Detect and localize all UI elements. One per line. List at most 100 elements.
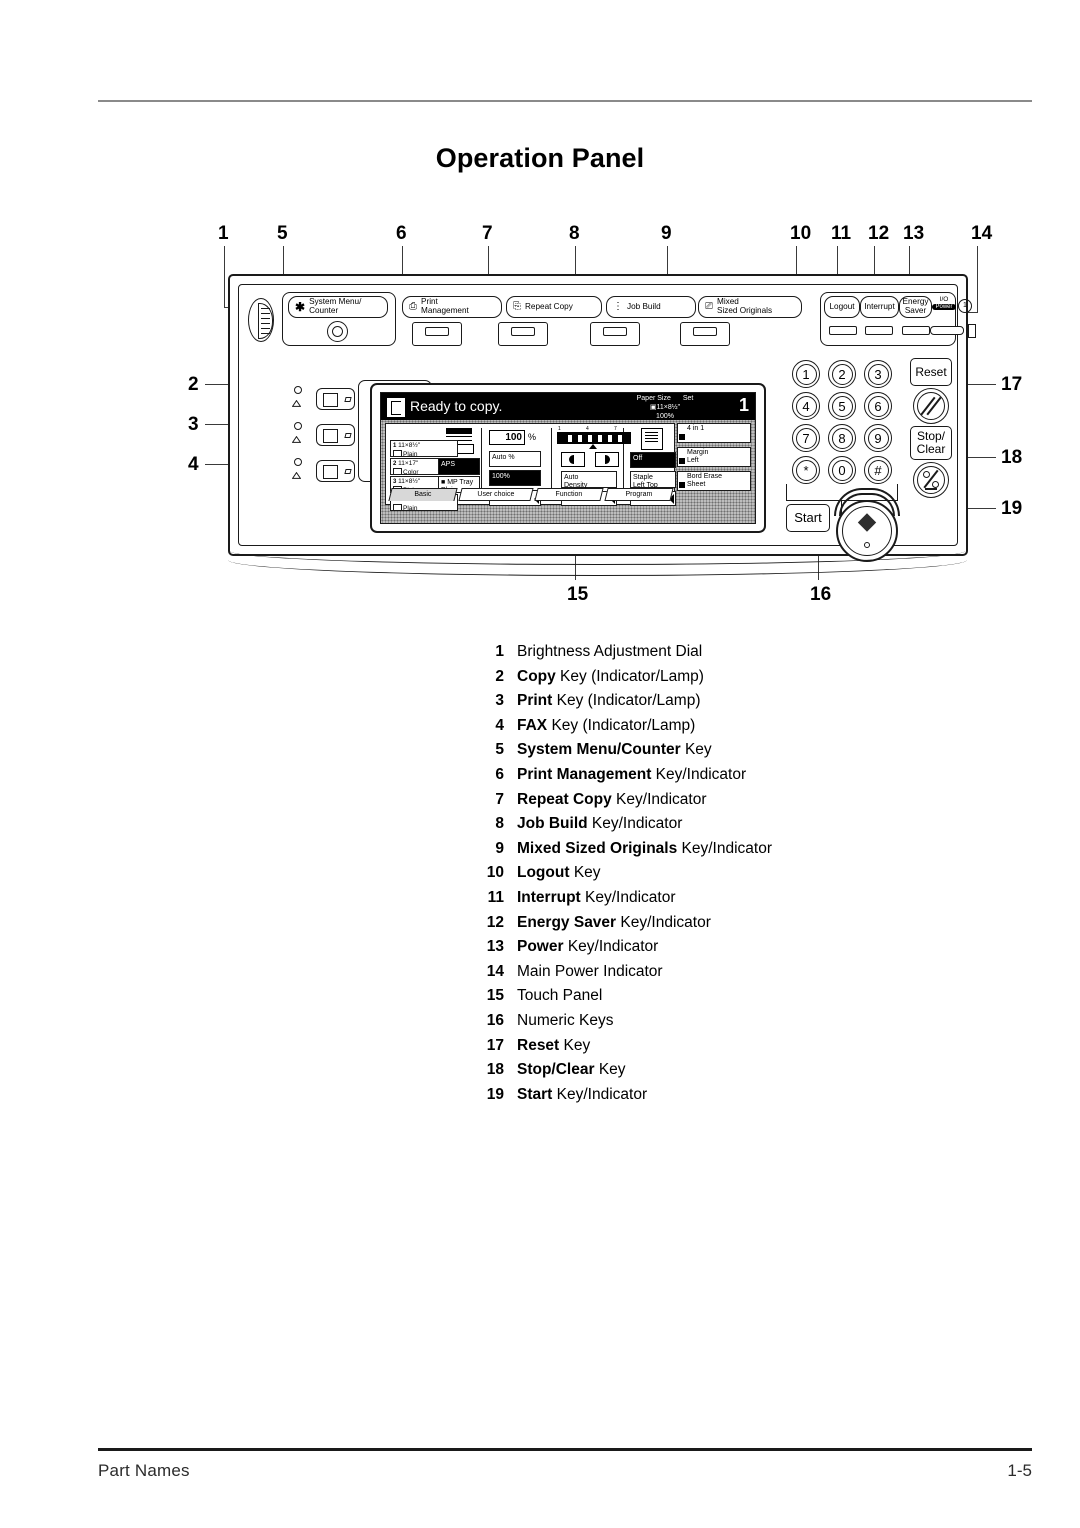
print-management-button[interactable] — [412, 322, 462, 346]
callout-4: 4 — [188, 454, 199, 475]
option-margin[interactable]: Margin Left — [677, 447, 751, 467]
reset-round-key[interactable] — [913, 388, 949, 424]
reset-key[interactable]: Reset — [910, 358, 952, 386]
paper-size-value: 11×8½" — [656, 403, 681, 411]
numeric-key-4[interactable]: 4 — [792, 392, 820, 420]
fax-indicator-lamp — [294, 458, 302, 466]
aps-button[interactable]: APS — [438, 458, 480, 475]
touch-panel-body: 1 11×8½" Plain 2 11×17" Color 3 11×8½" P… — [381, 420, 755, 523]
callout-1: 1 — [218, 223, 229, 244]
start-label-key[interactable]: Start — [786, 504, 830, 532]
stop-clear-round-key[interactable] — [913, 462, 949, 498]
callout-17: 17 — [1001, 374, 1023, 395]
fax-mode-key[interactable] — [316, 460, 355, 482]
touch-panel-content: 1 11×8½" Plain 2 11×17" Color 3 11×8½" P… — [385, 423, 676, 512]
fax-indicator-triangle — [292, 472, 301, 479]
logout-key[interactable]: Logout — [824, 296, 860, 318]
stop-clear-key[interactable]: Stop/ Clear — [910, 426, 952, 460]
job-build-button[interactable] — [590, 322, 640, 346]
numeric-key-hash[interactable]: # — [864, 456, 892, 484]
density-pointer — [589, 444, 597, 449]
brightness-adjustment-dial[interactable] — [248, 298, 274, 342]
numeric-key-9[interactable]: 9 — [864, 424, 892, 452]
power-label: Power — [932, 304, 956, 310]
copy-indicator-lamp — [294, 386, 302, 394]
copy-mode-icon — [323, 392, 338, 407]
legend-item-2: 2 Copy Key (Indicator/Lamp) — [495, 667, 704, 685]
header-rule — [98, 100, 1032, 102]
numeric-key-3[interactable]: 3 — [864, 360, 892, 388]
numeric-key-asterisk[interactable]: * — [792, 456, 820, 484]
energy-saver-indicator — [902, 326, 930, 335]
repeat-copy-button[interactable] — [498, 322, 548, 346]
tray-3-size: 11×8½" — [398, 478, 421, 485]
asterisk-icon: ✱ — [295, 300, 306, 314]
main-power-lamp — [968, 324, 976, 338]
tab-program[interactable]: Program — [604, 488, 674, 501]
repeat-copy-key[interactable]: ⎘ Repeat Copy — [506, 296, 602, 318]
density-darker-button[interactable] — [595, 452, 619, 467]
status-message: Ready to copy. — [410, 398, 503, 414]
numeric-key-7[interactable]: 7 — [792, 424, 820, 452]
callout-6: 6 — [396, 223, 407, 244]
energy-saver-key[interactable]: Energy Saver — [899, 296, 932, 318]
finishing-off-button[interactable]: Off — [630, 452, 676, 468]
legend-item-16: 16 Numeric Keys — [486, 1011, 614, 1029]
main-power-indicator: 1 — [958, 299, 972, 313]
callout-11: 11 — [831, 223, 852, 244]
mixed-sized-originals-key[interactable]: ⎚ Mixed Sized Originals — [698, 296, 802, 318]
numeric-key-8[interactable]: 8 — [828, 424, 856, 452]
copy-indicator-triangle — [292, 400, 301, 407]
tab-user-choice[interactable]: User choice — [458, 488, 534, 501]
interrupt-label: Interrupt — [864, 301, 895, 311]
mixed-sized-originals-button[interactable] — [680, 322, 730, 346]
legend-item-11: 11 Interrupt Key/Indicator — [487, 888, 676, 906]
staple-left-top-button[interactable]: Staple Left Top — [630, 471, 676, 489]
system-menu-label-2: Counter — [309, 306, 339, 315]
footer-page-number: 1-5 — [1007, 1461, 1032, 1480]
density-lighter-button[interactable] — [561, 452, 585, 467]
job-build-key[interactable]: ⋮ Job Build — [606, 296, 696, 318]
callout-3: 3 — [188, 414, 199, 435]
tab-basic[interactable]: Basic — [388, 488, 458, 501]
paper-size-label: Paper Size — [636, 395, 671, 402]
zoom-100-button[interactable]: 100% — [489, 470, 541, 486]
numeric-key-0[interactable]: 0 — [828, 456, 856, 484]
legend-item-9: 9 Mixed Sized Originals Key/Indicator — [495, 839, 772, 857]
print-mode-key[interactable] — [316, 424, 355, 446]
touch-panel[interactable]: Ready to copy. Paper Size Set ▣11×8½" 10… — [380, 392, 756, 524]
tab-function[interactable]: Function — [534, 488, 604, 501]
touch-panel-status-bar: Ready to copy. Paper Size Set ▣11×8½" 10… — [381, 393, 755, 420]
paper-tray-glyph: ▣ — [649, 403, 657, 411]
legend-list: 1 Brightness Adjustment Dial 2 Copy Key (I… — [474, 640, 894, 1107]
auto-percent-button[interactable]: Auto % — [489, 451, 541, 467]
start-lamp — [864, 542, 870, 548]
fax-mode-icon — [323, 464, 338, 479]
copy-mode-key[interactable] — [316, 388, 355, 410]
repeat-copy-icon: ⎘ — [513, 300, 521, 312]
print-management-key[interactable]: ⎙ Print Management — [402, 296, 502, 318]
callout-16: 16 — [810, 584, 832, 605]
option-4-in-1[interactable]: 4 in 1 — [677, 423, 751, 443]
legend-item-18: 18 Stop/Clear Key — [486, 1061, 626, 1079]
legend-item-12: 12 Energy Saver Key/Indicator — [486, 913, 711, 931]
numeric-key-1[interactable]: 1 — [792, 360, 820, 388]
numeric-key-6[interactable]: 6 — [864, 392, 892, 420]
option-border-erase[interactable]: Bord Erase Sheet — [677, 471, 751, 491]
zoom-value-field: 100 — [489, 430, 525, 445]
touch-panel-bezel: Ready to copy. Paper Size Set ▣11×8½" 10… — [370, 383, 766, 533]
print-indicator-lamp — [294, 422, 302, 430]
power-indicator — [930, 326, 964, 335]
tray-row-1[interactable]: 1 11×8½" Plain — [390, 440, 458, 458]
callout-2: 2 — [188, 374, 199, 395]
interrupt-key[interactable]: Interrupt — [860, 296, 899, 318]
system-menu-button-nub[interactable] — [327, 321, 348, 342]
system-menu-counter-key[interactable]: ✱ System Menu/ Counter — [288, 296, 388, 318]
numeric-key-2[interactable]: 2 — [828, 360, 856, 388]
tray-2-type: Color — [403, 468, 419, 476]
numeric-key-5[interactable]: 5 — [828, 392, 856, 420]
power-key[interactable]: I/O Power — [932, 296, 956, 318]
set-label: Set — [682, 395, 694, 402]
auto-density-button[interactable]: Auto Density — [561, 471, 617, 489]
interrupt-indicator — [865, 326, 893, 335]
